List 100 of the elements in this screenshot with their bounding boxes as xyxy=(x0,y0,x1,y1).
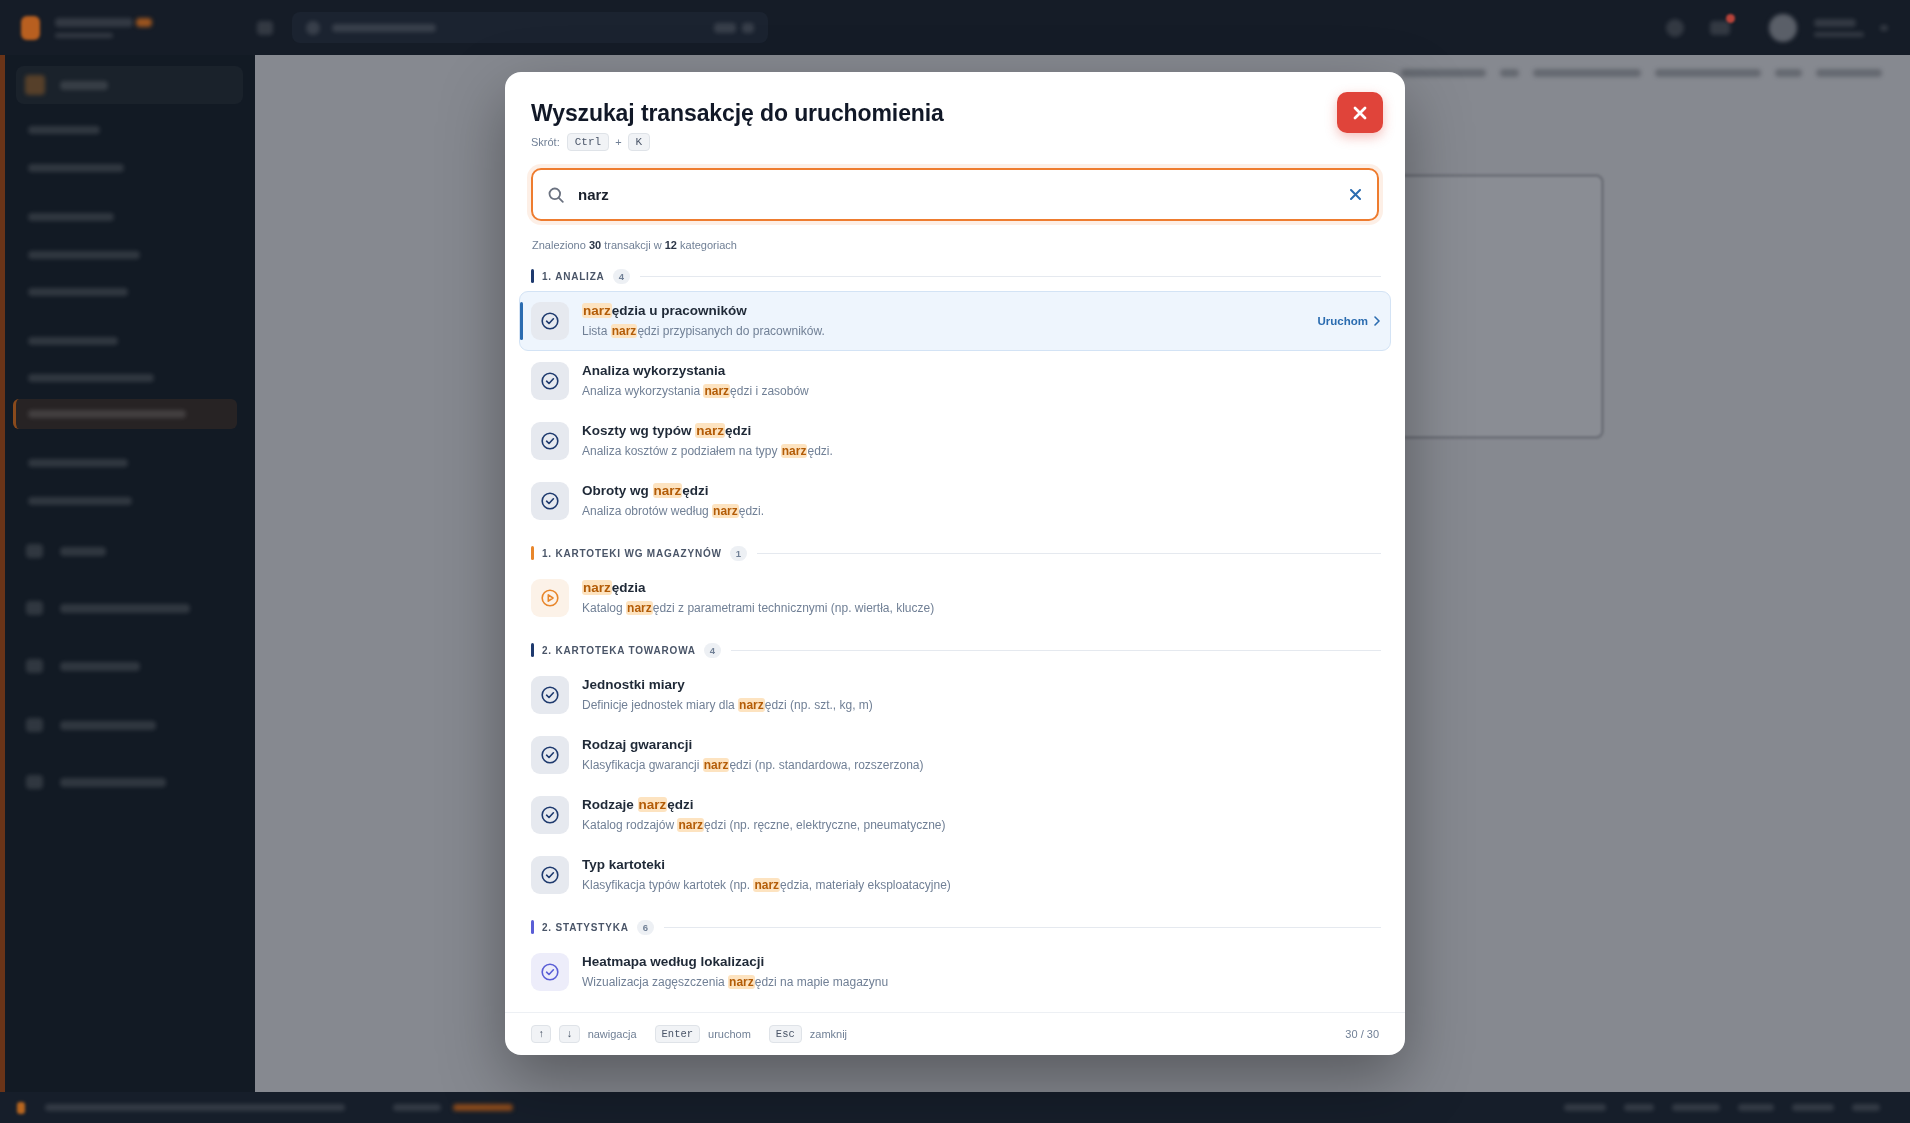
item-title: Typ kartoteki xyxy=(582,856,667,874)
keyboard-key: Ctrl xyxy=(566,133,610,151)
highlighted-menu-item[interactable] xyxy=(13,399,237,429)
item-title: narzędzia xyxy=(582,579,647,597)
category-count: 4 xyxy=(612,268,630,284)
item-description: Wizualizacja zagęszczenia narzędzi na mapie magazynu xyxy=(582,974,889,991)
blurred-text[interactable] xyxy=(28,459,128,467)
blurred-text xyxy=(453,1104,513,1111)
item-title: Koszty wg typów narzędzi xyxy=(582,422,753,440)
close-icon xyxy=(1353,105,1367,120)
key-separator: + xyxy=(615,136,622,148)
avatar-icon[interactable] xyxy=(1769,13,1797,42)
selection-indicator xyxy=(520,302,523,340)
blurred-icon xyxy=(26,659,43,673)
result-item[interactable]: narzędzia u pracowników Lista narzędzi przypisanych do pracowników. Uruchom xyxy=(519,291,1391,351)
chevron-right-icon xyxy=(1374,316,1380,326)
blurred-text xyxy=(1816,69,1882,77)
blurred-text[interactable] xyxy=(28,288,128,296)
category-count: 4 xyxy=(703,642,722,658)
notification-badge xyxy=(1726,14,1735,23)
item-title: Analiza wykorzystania xyxy=(582,362,727,380)
blurred-icon xyxy=(26,718,43,732)
blurred-text[interactable] xyxy=(28,126,100,134)
item-description: Definicje jednostek miary dla narzędzi (np. szt., kg, m) xyxy=(582,697,873,714)
dialog-title: Wyszukaj transakcję do uruchomienia xyxy=(531,98,944,128)
search-icon xyxy=(548,186,564,203)
blurred-search-bar[interactable] xyxy=(292,12,768,43)
run-link[interactable]: Uruchom xyxy=(1317,315,1380,327)
item-title: Jednostki miary xyxy=(582,676,686,694)
result-item[interactable]: Analiza wykorzystania Analiza wykorzystania narzędzi i zasobów xyxy=(519,351,1391,411)
blurred-icon xyxy=(17,1101,25,1114)
item-description: Analiza wykorzystania narzędzi i zasobów xyxy=(582,383,809,400)
blurred-text xyxy=(136,17,152,27)
item-description: Analiza kosztów z podziałem na typy narzędzi. xyxy=(582,443,833,460)
keyboard-key: Esc xyxy=(768,1025,802,1043)
blurred-icon xyxy=(26,601,43,615)
blurred-text[interactable] xyxy=(28,164,124,172)
item-title: Heatmapa według lokalizacji xyxy=(582,953,766,971)
result-counter: 30 / 30 xyxy=(1345,1028,1379,1040)
hint-label: nawigacja xyxy=(587,1028,637,1040)
blurred-menu-header[interactable] xyxy=(16,66,243,104)
blurred-icon xyxy=(26,544,43,558)
blurred-text[interactable] xyxy=(28,251,140,259)
result-item[interactable]: Jednostki miary Definicje jednostek miary dla narzędzi (np. szt., kg, m) xyxy=(519,665,1391,725)
item-title: Rodzaj gwarancji xyxy=(582,736,694,754)
close-button[interactable] xyxy=(1337,92,1383,133)
category-title: 2. STATYSTYKA xyxy=(542,921,629,933)
blurred-text xyxy=(1738,1104,1774,1111)
item-title: Rodzaje narzędzi xyxy=(582,796,695,814)
blurred-text xyxy=(714,22,736,33)
keyboard-key: ↓ xyxy=(559,1025,580,1043)
item-description: Lista narzędzi przypisanych do pracowników. xyxy=(582,323,825,340)
item-title: Obroty wg narzędzi xyxy=(582,482,710,500)
blurred-icon xyxy=(26,775,43,789)
category-count: 6 xyxy=(636,919,654,935)
blurred-text[interactable] xyxy=(28,213,114,221)
item-title: narzędzia u pracowników xyxy=(582,302,748,320)
blurred-text xyxy=(1814,18,1856,27)
blurred-text xyxy=(1852,1104,1880,1111)
clear-search-button[interactable] xyxy=(1350,189,1361,200)
result-item[interactable]: Heatmapa według lokalizacji Wizualizacja zagęszczenia narzędzi na mapie magazynu xyxy=(519,942,1391,1002)
blurred-text[interactable] xyxy=(28,374,154,382)
menu-icon[interactable] xyxy=(257,20,273,35)
result-item[interactable]: Rodzaje narzędzi Katalog rodzajów narzędzi (np. ręczne, elektryczne, pneumatyczne) xyxy=(519,785,1391,845)
blurred-text[interactable] xyxy=(28,337,118,345)
result-item[interactable]: Rodzaj gwarancji Klasyfikacja gwarancji narzędzi (np. standardowa, rozszerzona) xyxy=(519,725,1391,785)
logo-icon xyxy=(21,15,40,40)
blurred-text xyxy=(393,1104,441,1111)
shortcut-label: Skrót: xyxy=(531,136,560,148)
blurred-text xyxy=(60,546,106,556)
blurred-text xyxy=(1672,1104,1720,1111)
keyboard-key: ↑ xyxy=(531,1025,552,1043)
result-item[interactable]: Typ kartoteki Klasyfikacja typów kartotek (np. narzędzia, materiały eksploatacyjne) xyxy=(519,845,1391,905)
blurred-text[interactable] xyxy=(28,497,132,505)
category-title: 2. KARTOTEKA TOWAROWA xyxy=(542,644,696,656)
search-input[interactable]: narz xyxy=(578,183,1336,206)
item-description: Analiza obrotów według narzędzi. xyxy=(582,503,765,520)
category-title: 1. ANALIZA xyxy=(542,270,605,282)
blurred-text xyxy=(1624,1104,1654,1111)
category-title: 1. KARTOTEKI WG MAGAZYNÓW xyxy=(542,547,722,559)
blurred-icon[interactable] xyxy=(1666,18,1684,37)
item-description: Katalog narzędzi z parametrami technicznymi (np. wiertła, klucze) xyxy=(582,600,935,617)
blurred-text xyxy=(1792,1104,1834,1111)
blurred-icon xyxy=(25,75,45,95)
blurred-icon xyxy=(306,20,320,35)
keyboard-key: K xyxy=(627,133,651,151)
blurred-text xyxy=(742,22,754,33)
result-item[interactable]: Obroty wg narzędzi Analiza obrotów według narzędzi. xyxy=(519,471,1391,531)
results-summary: Znaleziono 30 transakcji w 12 kategoriach xyxy=(532,238,738,253)
item-description: Klasyfikacja gwarancji narzędzi (np. standardowa, rozszerzona) xyxy=(582,757,924,774)
keyboard-key: Enter xyxy=(654,1025,701,1043)
result-item[interactable]: narzędzia Katalog narzędzi z parametrami technicznymi (np. wiertła, klucze) xyxy=(519,568,1391,628)
category-count: 1 xyxy=(729,545,748,561)
result-item[interactable]: Koszty wg typów narzędzi Analiza kosztów z podziałem na typy narzędzi. xyxy=(519,411,1391,471)
item-description: Katalog rodzajów narzędzi (np. ręczne, elektryczne, pneumatyczne) xyxy=(582,817,946,834)
hint-label: uruchom xyxy=(708,1028,751,1040)
blurred-icon[interactable] xyxy=(1710,20,1730,35)
blurred-text xyxy=(60,80,108,90)
blurred-text xyxy=(1775,69,1802,77)
close-icon xyxy=(1350,189,1361,200)
